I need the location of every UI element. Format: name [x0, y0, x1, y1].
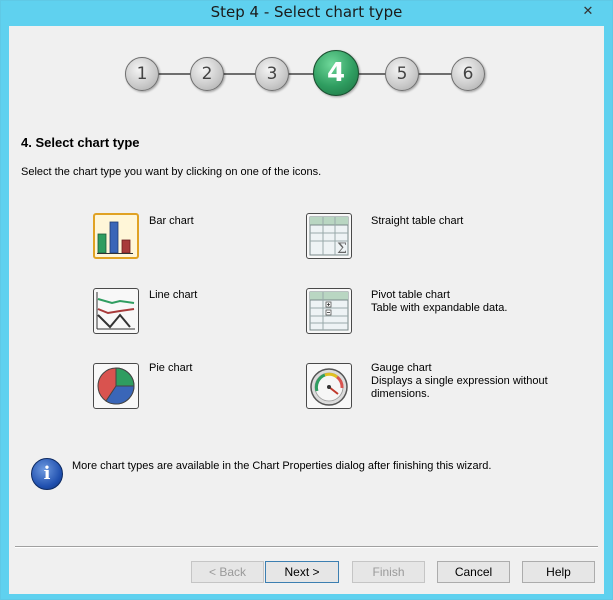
instructions-text: Select the chart type you want by clicki…	[21, 166, 322, 178]
pie-chart-button[interactable]	[93, 363, 139, 409]
pivot-table-icon	[309, 291, 349, 331]
step-2-indicator: 2	[190, 57, 224, 91]
straight-table-icon: Σ	[309, 216, 349, 257]
gauge-chart-icon	[310, 368, 348, 406]
dialog-body: 1 2 3 4 5 6 4. Select chart type Select …	[9, 26, 604, 594]
page-title: 4. Select chart type	[21, 135, 140, 150]
step-1-indicator: 1	[125, 57, 159, 91]
pie-chart-label: Pie chart	[149, 362, 193, 374]
line-chart-label: Line chart	[149, 289, 198, 301]
bar-chart-button[interactable]	[93, 213, 139, 259]
step-5-indicator: 5	[385, 57, 419, 91]
back-button[interactable]: < Back	[191, 561, 264, 583]
svg-text:Σ: Σ	[337, 241, 347, 257]
straight-table-chart-button[interactable]: Σ	[306, 213, 352, 259]
info-text: More chart types are available in the Ch…	[72, 460, 492, 472]
pivot-table-chart-label: Pivot table chart Table with expandable …	[371, 289, 507, 315]
pivot-table-chart-name: Pivot table chart	[371, 289, 450, 301]
window-title: Step 4 - Select chart type	[210, 3, 403, 21]
pivot-table-chart-description: Table with expandable data.	[371, 302, 508, 314]
title-bar: Step 4 - Select chart type ✕	[1, 1, 612, 25]
step-4-indicator: 4	[313, 50, 359, 96]
next-button[interactable]: Next >	[265, 561, 339, 583]
footer-separator	[15, 546, 598, 548]
gauge-chart-label: Gauge chart Displays a single expression…	[371, 362, 561, 401]
pivot-table-chart-button[interactable]	[306, 288, 352, 334]
wizard-window: Step 4 - Select chart type ✕ 1 2 3 4 5 6…	[0, 0, 613, 600]
close-icon[interactable]: ✕	[565, 1, 611, 21]
step-3-indicator: 3	[255, 57, 289, 91]
step-6-indicator: 6	[451, 57, 485, 91]
help-button[interactable]: Help	[522, 561, 595, 583]
bar-chart-icon	[97, 221, 133, 254]
gauge-chart-button[interactable]	[306, 363, 352, 409]
straight-table-chart-label: Straight table chart	[371, 215, 464, 227]
finish-button[interactable]: Finish	[352, 561, 425, 583]
line-chart-button[interactable]	[93, 288, 139, 334]
info-icon: i	[31, 458, 63, 490]
cancel-button[interactable]: Cancel	[437, 561, 510, 583]
step-connector	[418, 73, 452, 75]
gauge-chart-name: Gauge chart	[371, 362, 432, 374]
pie-chart-icon	[97, 367, 135, 405]
bar-chart-label: Bar chart	[149, 215, 194, 227]
line-chart-icon	[96, 292, 135, 330]
gauge-chart-description: Displays a single expression without dim…	[371, 375, 548, 400]
